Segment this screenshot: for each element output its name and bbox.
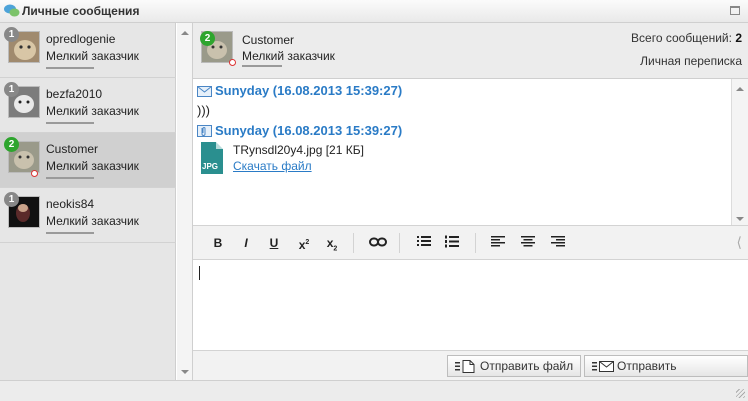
conversation-user-name: Customer <box>242 33 295 47</box>
contact-item-neokis84[interactable]: 1 neokis84 Мелкий заказчик <box>0 188 176 243</box>
conversation-header: 2 Customer Мелкий заказчик Всего сообщен… <box>193 23 748 79</box>
unread-badge: 1 <box>4 27 19 42</box>
contact-list-scrollbar[interactable] <box>177 23 193 380</box>
message-editor[interactable] <box>193 260 748 350</box>
unread-badge: 1 <box>4 192 19 207</box>
unread-badge: 1 <box>4 82 19 97</box>
align-center-button[interactable] <box>519 235 537 251</box>
align-left-button[interactable] <box>489 235 507 251</box>
send-envelope-icon <box>592 361 614 372</box>
send-message-button[interactable]: Отправить сообщение <box>584 355 748 393</box>
unread-badge: 2 <box>4 137 19 152</box>
total-messages-count: 2 <box>735 31 742 45</box>
link-button[interactable] <box>369 235 387 251</box>
bullet-list-button[interactable] <box>415 235 433 251</box>
underline-button[interactable]: U <box>265 235 283 251</box>
toolbar-divider <box>399 233 400 253</box>
scroll-down-icon[interactable] <box>181 370 189 374</box>
message-header: Sunyday (16.08.2013 15:39:27) <box>197 123 402 138</box>
contact-name: Customer <box>46 142 99 156</box>
unread-badge: 2 <box>200 31 215 46</box>
rating-bar <box>46 67 94 69</box>
message-author: Sunyday (16.08.2013 15:39:27) <box>215 123 403 138</box>
contact-name: neokis84 <box>46 197 95 211</box>
file-type-label: JPG <box>202 162 219 171</box>
contact-item-opredlogenie[interactable]: 1 opredlogenie Мелкий заказчик <box>0 23 176 78</box>
attach-file-icon <box>455 360 475 373</box>
numbered-list-button[interactable] <box>443 235 461 251</box>
jpg-file-icon[interactable]: JPG <box>201 142 223 174</box>
message-text: ))) <box>197 103 210 118</box>
send-file-label: Отправить файл <box>480 359 574 373</box>
resize-grip-icon[interactable] <box>736 389 745 398</box>
collapse-toolbar-icon[interactable]: ⟨ <box>737 234 742 251</box>
chat-bubbles-icon <box>4 4 20 17</box>
scroll-up-icon[interactable] <box>181 31 189 35</box>
editor-footer: Отправить файл Отправить сообщение <box>193 350 748 393</box>
status-dot-icon <box>229 59 236 66</box>
link-icon <box>369 237 387 247</box>
envelope-icon <box>197 86 212 97</box>
align-center-icon <box>521 236 535 247</box>
contact-role: Мелкий заказчик <box>46 49 139 63</box>
toolbar-divider <box>353 233 354 253</box>
numbered-list-icon <box>445 235 459 248</box>
rating-bar <box>46 122 94 124</box>
contact-item-customer[interactable]: 2 Customer Мелкий заказчик <box>0 133 176 188</box>
maximize-icon[interactable] <box>730 6 740 15</box>
attachment-name: TRynsdl20y4.jpg [21 КБ] <box>233 143 364 157</box>
conversation-type: Личная переписка <box>640 54 742 68</box>
bold-button[interactable]: B <box>209 235 227 251</box>
message-header: Sunyday (16.08.2013 15:39:27) <box>197 83 402 98</box>
text-caret <box>199 266 200 280</box>
paperclip-icon <box>197 125 212 137</box>
download-file-link[interactable]: Скачать файл <box>233 159 312 173</box>
contact-item-bezfa2010[interactable]: 1 bezfa2010 Мелкий заказчик <box>0 78 176 133</box>
contact-role: Мелкий заказчик <box>46 104 139 118</box>
rating-bar <box>46 232 94 234</box>
message-author: Sunyday (16.08.2013 15:39:27) <box>215 83 403 98</box>
align-right-icon <box>551 236 565 247</box>
contact-role: Мелкий заказчик <box>46 214 139 228</box>
message-list-scrollbar[interactable] <box>731 79 748 225</box>
subscript-button[interactable]: x2 <box>323 235 341 252</box>
rating-bar <box>46 177 94 179</box>
bullet-list-icon <box>417 236 431 246</box>
superscript-button[interactable]: x2 <box>295 235 313 252</box>
toolbar-divider <box>475 233 476 253</box>
italic-button[interactable]: I <box>237 235 255 251</box>
scroll-down-icon[interactable] <box>736 217 744 221</box>
send-file-button[interactable]: Отправить файл <box>447 355 582 377</box>
status-dot-icon <box>31 170 38 177</box>
message-list: Sunyday (16.08.2013 15:39:27) ))) Sunyda… <box>193 79 731 225</box>
total-messages: Всего сообщений: 2 <box>631 31 742 45</box>
status-bar <box>0 380 748 401</box>
conversation-user-role: Мелкий заказчик <box>242 49 335 63</box>
align-left-icon <box>491 236 505 247</box>
window-title: Личные сообщения <box>22 4 140 18</box>
editor-toolbar: B I U x2 x2 ⟨ <box>193 225 748 260</box>
window-titlebar: Личные сообщения <box>0 0 748 23</box>
contact-role: Мелкий заказчик <box>46 159 139 173</box>
align-right-button[interactable] <box>549 235 567 251</box>
contact-name: bezfa2010 <box>46 87 103 101</box>
rating-bar <box>242 65 282 67</box>
scroll-up-icon[interactable] <box>736 87 744 91</box>
total-messages-label: Всего сообщений: <box>631 31 732 45</box>
contact-name: opredlogenie <box>46 32 116 46</box>
contact-list: 1 opredlogenie Мелкий заказчик 1 bezfa20… <box>0 23 176 380</box>
